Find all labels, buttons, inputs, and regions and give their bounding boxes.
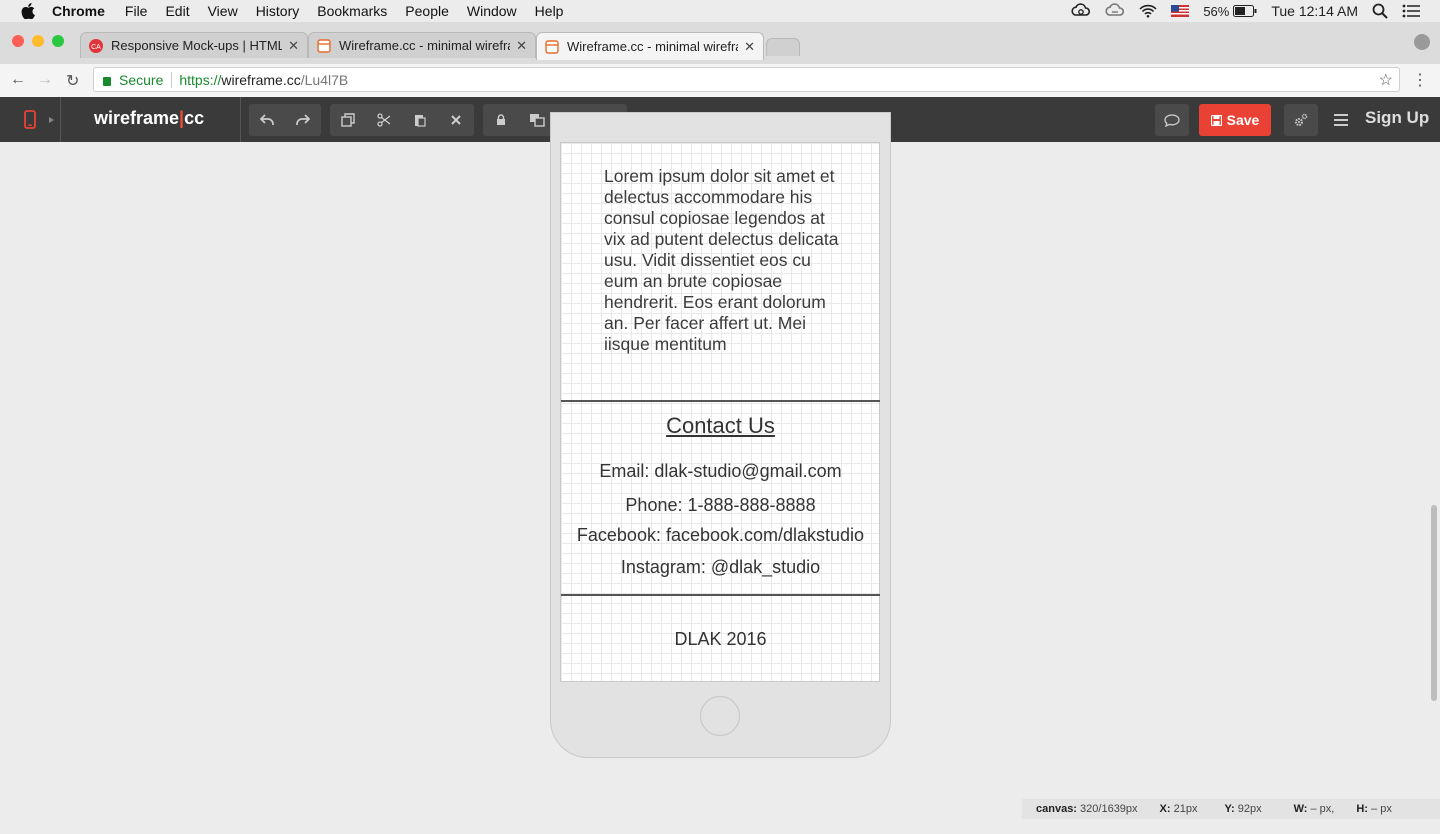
battery-icon[interactable] [1233,5,1257,17]
us-flag-icon[interactable] [1171,5,1190,17]
window-close-button[interactable] [12,35,24,47]
hamburger-menu-icon[interactable] [1333,110,1349,130]
creative-cloud-icon[interactable] [1105,3,1125,19]
phone-home-button [700,696,740,736]
battery-percent[interactable]: 56% [1203,4,1229,19]
url-scheme: https:// [179,71,222,88]
contact-instagram[interactable]: Instagram: @dlak_studio [561,557,880,578]
menu-app-name[interactable]: Chrome [52,3,105,19]
forward-arrow-icon[interactable]: → [37,71,53,89]
undo-button[interactable] [249,104,285,136]
device-selector-button[interactable] [0,97,61,142]
spotlight-search-icon[interactable] [1372,3,1388,19]
app-logo[interactable]: wireframe|cc [94,108,204,129]
notification-center-icon[interactable] [1402,4,1420,18]
gears-icon [1295,113,1308,126]
canvas-size-readout: canvas: 320/1639px [1036,803,1138,815]
reload-icon[interactable]: ↻ [66,71,79,91]
tab-close-icon[interactable]: ✕ [744,39,755,55]
tab-title: Wireframe.cc - minimal wirefra [567,39,739,54]
tab-favicon-icon: CA [89,38,103,53]
canvas-status-bar: canvas: 320/1639px X: 21px Y: 92px W: – … [1022,799,1440,819]
canvas-area[interactable]: Lorem ipsum dolor sit amet et delectus a… [0,112,1440,834]
undo-icon [260,114,274,125]
clipboard-tools [330,104,474,136]
browser-toolbar: ← → ↻ Secure https:// wireframe.cc /Lu4l… [0,64,1440,98]
window-zoom-button[interactable] [52,35,64,47]
contact-heading[interactable]: Contact Us [561,413,880,439]
tab-favicon-icon [317,38,331,53]
wifi-icon[interactable] [1139,4,1157,18]
bookmark-star-icon[interactable]: ☆ [1379,70,1393,90]
lorem-paragraph[interactable]: Lorem ipsum dolor sit amet et delectus a… [604,166,844,355]
duplicate-icon [341,113,355,127]
scissors-icon [377,113,391,127]
menu-edit[interactable]: Edit [165,3,189,19]
address-bar[interactable]: Secure https:// wireframe.cc /Lu4l7B ☆ [93,67,1400,92]
history-tools [249,104,321,136]
delete-x-icon [451,115,461,125]
menu-view[interactable]: View [208,3,238,19]
lock-button[interactable] [483,104,519,136]
macos-menubar: Chrome File Edit View History Bookmarks … [0,0,1440,22]
sync-icon[interactable] [1071,3,1091,19]
contact-phone[interactable]: Phone: 1-888-888-8888 [561,495,880,516]
url-host: wireframe.cc [221,71,301,88]
tab-close-icon[interactable]: ✕ [516,38,527,54]
paste-icon [415,115,426,127]
save-label: Save [1226,112,1260,128]
paste-button[interactable] [402,104,438,136]
menu-file[interactable]: File [125,3,148,19]
tab-wireframe-1[interactable]: Wireframe.cc - minimal wirefra ✕ [308,32,536,58]
duplicate-button[interactable] [330,104,366,136]
menu-people[interactable]: People [405,3,449,19]
redo-icon [296,114,310,125]
width-readout: W: – px, [1293,803,1335,815]
apple-icon[interactable] [21,3,35,19]
menubar-clock[interactable]: Tue 12:14 AM [1271,3,1358,19]
menu-bookmarks[interactable]: Bookmarks [317,3,387,19]
lock-icon [497,114,505,125]
tab-title: Wireframe.cc - minimal wirefra [339,38,511,53]
redo-button[interactable] [285,104,321,136]
tab-title: Responsive Mock-ups | HTML, [111,38,283,53]
url-path: /Lu4l7B [300,71,349,88]
comment-button[interactable] [1155,104,1189,136]
contact-facebook[interactable]: Facebook: facebook.com/dlakstudio [561,525,880,546]
svg-text:CA: CA [91,44,101,51]
window-minimize-button[interactable] [32,35,44,47]
save-button[interactable]: Save [1199,104,1271,136]
settings-button[interactable] [1284,104,1318,136]
caret-right-icon [49,117,54,123]
new-tab-button[interactable] [766,38,800,56]
secure-label: Secure [119,71,164,88]
menu-window[interactable]: Window [467,3,517,19]
profile-icon[interactable] [1414,34,1430,50]
footer-divider[interactable] [561,594,880,596]
menu-history[interactable]: History [256,3,300,19]
x-readout: X: 21px [1159,803,1198,815]
menu-help[interactable]: Help [535,3,564,19]
floppy-disk-icon [1210,114,1222,126]
tab-close-icon[interactable]: ✕ [288,38,299,54]
contact-email[interactable]: Email: dlak-studio@gmail.com [561,461,880,482]
chrome-menu-icon[interactable]: ⋮ [1412,70,1428,90]
mobile-device-icon [24,110,36,129]
back-arrow-icon[interactable]: ← [10,71,26,89]
y-readout: Y: 92px [1224,803,1262,815]
page-scrollbar[interactable] [1428,142,1440,802]
section-divider[interactable] [561,400,880,402]
lock-icon [103,77,111,86]
footer-copyright[interactable]: DLAK 2016 [561,629,880,650]
cut-button[interactable] [366,104,402,136]
tab-responsive-mockups[interactable]: CA Responsive Mock-ups | HTML, ✕ [80,32,308,58]
speech-bubble-icon [1164,113,1180,127]
delete-button[interactable] [438,104,474,136]
height-readout: H: – px [1356,803,1392,815]
tab-favicon-icon [545,39,559,54]
scrollbar-thumb[interactable] [1431,505,1437,701]
tab-wireframe-active[interactable]: Wireframe.cc - minimal wirefra ✕ [536,32,764,60]
sign-up-link[interactable]: Sign Up [1365,108,1429,128]
layers-icon [530,114,545,127]
